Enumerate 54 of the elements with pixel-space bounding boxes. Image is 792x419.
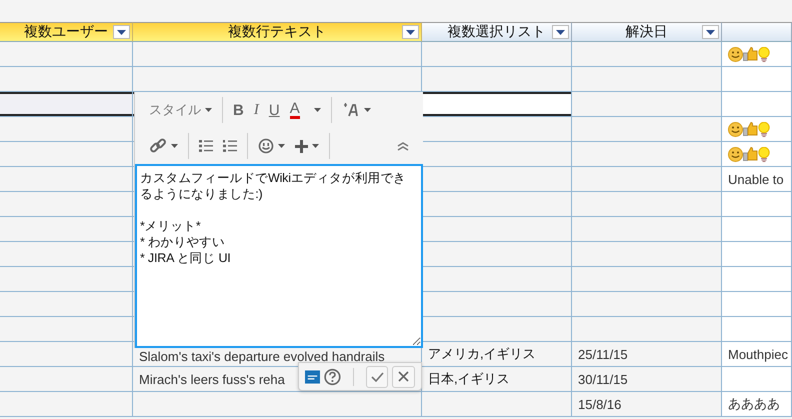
- italic-button[interactable]: I: [250, 98, 263, 122]
- caret-icon: [406, 30, 415, 34]
- smiley-icon: [728, 146, 743, 162]
- column-header[interactable]: 解決日: [572, 22, 722, 42]
- link-icon: [149, 137, 167, 155]
- column-header[interactable]: 複数行テキスト: [133, 22, 422, 42]
- text-color-button[interactable]: A: [286, 98, 304, 122]
- lightbulb-icon: [758, 46, 770, 62]
- numbered-list-icon: [223, 140, 237, 152]
- font-size-icon: [342, 103, 360, 117]
- collapse-icon: [397, 142, 409, 150]
- smiley-icon: [728, 46, 743, 62]
- help-icon[interactable]: [324, 368, 341, 386]
- filter-dropdown[interactable]: [402, 25, 419, 39]
- caret-icon: [171, 144, 178, 148]
- table-cell: アメリカ,イギリス: [422, 342, 572, 367]
- caret-icon: [205, 108, 212, 112]
- table-cell: Unable to: [722, 167, 792, 192]
- caret-icon: [312, 144, 319, 148]
- plus-icon: [295, 140, 308, 152]
- table-cell: ああああ: [722, 392, 792, 417]
- filter-dropdown[interactable]: [552, 25, 569, 39]
- caret-icon: [556, 30, 565, 34]
- caret-icon: [706, 30, 715, 34]
- confirm-button[interactable]: [366, 366, 388, 388]
- filter-dropdown[interactable]: [702, 25, 719, 39]
- thumbs-up-icon: [743, 47, 758, 61]
- close-icon: [398, 371, 410, 382]
- table-cell: 15/8/16: [572, 392, 722, 417]
- caret-icon: [278, 144, 285, 148]
- style-dropdown[interactable]: スタイル: [145, 98, 216, 122]
- smiley-icon: [258, 138, 274, 154]
- lightbulb-icon: [758, 122, 770, 136]
- caret-icon: [117, 30, 126, 34]
- caret-icon: [314, 108, 321, 112]
- table-cell: 25/11/15: [572, 342, 722, 367]
- smiley-icon: [728, 122, 743, 136]
- column-header[interactable]: 複数選択リスト: [422, 22, 572, 42]
- caret-icon: [364, 108, 371, 112]
- thumbs-up-icon: [743, 122, 758, 136]
- wiki-text-field[interactable]: カスタムフィールドでWikiエディタが利用できるようになりました:) *メリット* * わかりやすい * JIRA と同じ UI: [135, 164, 423, 348]
- underline-button[interactable]: U: [264, 98, 284, 122]
- column-header[interactable]: 複数ユーザー: [0, 22, 133, 42]
- table-cell: Mouthpiec: [722, 342, 792, 367]
- checkmark-icon: [370, 372, 384, 382]
- cancel-button[interactable]: [392, 366, 415, 388]
- bold-button[interactable]: B: [229, 98, 248, 122]
- table-cell: 日本,イギリス: [422, 367, 572, 392]
- wiki-mode-icon[interactable]: [305, 370, 320, 384]
- table-cell: 30/11/15: [572, 367, 722, 392]
- lightbulb-icon: [758, 146, 770, 162]
- thumbs-up-icon: [743, 147, 758, 161]
- filter-dropdown[interactable]: [113, 25, 130, 39]
- bullet-list-icon: [199, 140, 213, 152]
